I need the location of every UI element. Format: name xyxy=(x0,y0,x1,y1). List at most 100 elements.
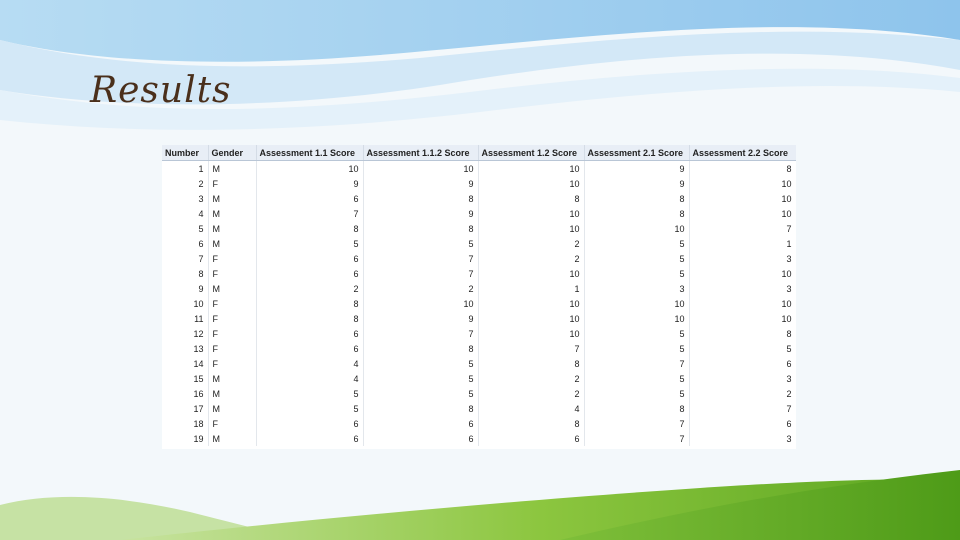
table-row: 3 M 6 8 8 8 10 xyxy=(162,191,796,206)
table-row: 1 M 10 10 10 9 8 xyxy=(162,160,796,176)
cell-column-gender: M xyxy=(208,236,257,251)
cell-column-assessment-1-1-2: 7 xyxy=(363,251,479,266)
cell-column-assessment-2-2: 8 xyxy=(689,326,796,341)
cell-column-assessment-2-2: 1 xyxy=(689,236,796,251)
cell-column-gender: F xyxy=(208,176,257,191)
cell-column-assessment-1-2: 6 xyxy=(478,431,585,446)
cell-column-assessment-1-2: 2 xyxy=(478,251,585,266)
cell-column-assessment-2-1: 8 xyxy=(584,191,690,206)
cell-column-assessment-1-1-2: 8 xyxy=(363,401,479,416)
cell-column-assessment-1-1-2: 5 xyxy=(363,356,479,371)
cell-column-assessment-1-1: 7 xyxy=(256,206,364,221)
cell-column-assessment-1-1-2: 9 xyxy=(363,176,479,191)
cell-column-assessment-2-1: 5 xyxy=(584,371,690,386)
cell-column-number: 14 xyxy=(162,356,209,371)
cell-column-assessment-2-1: 5 xyxy=(584,326,690,341)
cell-column-assessment-1-1: 5 xyxy=(256,236,364,251)
cell-column-assessment-1-1: 6 xyxy=(256,341,364,356)
cell-column-assessment-1-2: 10 xyxy=(478,221,585,236)
cell-column-assessment-1-1-2: 10 xyxy=(363,296,479,311)
cell-column-assessment-1-1: 4 xyxy=(256,356,364,371)
cell-column-number: 6 xyxy=(162,236,209,251)
table-row: 14 F 4 5 8 7 6 xyxy=(162,356,796,371)
cell-column-assessment-1-1: 8 xyxy=(256,311,364,326)
header-column-assessment-2-2: Assessment 2.2 Score xyxy=(689,145,796,161)
header-column-assessment-2-1: Assessment 2.1 Score xyxy=(584,145,690,161)
cell-column-assessment-1-1-2: 5 xyxy=(363,386,479,401)
cell-column-assessment-1-1-2: 6 xyxy=(363,431,479,446)
table-row: 16 M 5 5 2 5 2 xyxy=(162,386,796,401)
cell-column-number: 9 xyxy=(162,281,209,296)
cell-column-assessment-1-1: 8 xyxy=(256,296,364,311)
cell-column-assessment-1-2: 4 xyxy=(478,401,585,416)
cell-column-assessment-2-1: 8 xyxy=(584,401,690,416)
cell-column-assessment-1-1-2: 8 xyxy=(363,221,479,236)
cell-column-assessment-1-2: 2 xyxy=(478,371,585,386)
cell-column-assessment-1-1: 2 xyxy=(256,281,364,296)
cell-column-assessment-1-1-2: 5 xyxy=(363,371,479,386)
cell-column-assessment-1-1: 6 xyxy=(256,266,364,281)
cell-column-assessment-1-1-2: 7 xyxy=(363,266,479,281)
cell-column-assessment-1-2: 2 xyxy=(478,386,585,401)
table-row: 9M22133 xyxy=(162,281,796,296)
cell-column-number: 13 xyxy=(162,341,209,356)
cell-column-gender: M xyxy=(208,281,257,296)
cell-column-gender: F xyxy=(208,341,257,356)
header-column-gender: Gender xyxy=(208,145,257,161)
cell-column-number: 19 xyxy=(162,431,209,446)
cell-column-assessment-2-2: 6 xyxy=(689,416,796,431)
cell-column-assessment-2-2: 3 xyxy=(689,281,796,296)
cell-column-assessment-1-2: 10 xyxy=(478,311,585,326)
cell-column-assessment-2-2: 5 xyxy=(689,341,796,356)
cell-column-assessment-2-1: 5 xyxy=(584,341,690,356)
cell-column-assessment-2-2: 10 xyxy=(689,176,796,191)
cell-column-assessment-1-1: 5 xyxy=(256,386,364,401)
cell-column-number: 17 xyxy=(162,401,209,416)
cell-column-assessment-1-1-2: 7 xyxy=(363,326,479,341)
cell-column-gender: F xyxy=(208,356,257,371)
cell-column-assessment-1-2: 10 xyxy=(478,176,585,191)
cell-column-number: 2 xyxy=(162,176,209,191)
slide-title: Results xyxy=(90,70,232,111)
cell-column-gender: M xyxy=(208,206,257,221)
cell-column-gender: M xyxy=(208,431,257,446)
header-column-assessment-1-2: Assessment 1.2 Score xyxy=(478,145,585,161)
cell-column-gender: F xyxy=(208,311,257,326)
table-row: 11 F 8 9 10 10 10 xyxy=(162,311,796,326)
cell-column-assessment-1-2: 10 xyxy=(478,206,585,221)
cell-column-gender: F xyxy=(208,251,257,266)
cell-column-assessment-2-2: 3 xyxy=(689,431,796,446)
cell-column-assessment-1-1-2: 9 xyxy=(363,206,479,221)
cell-column-assessment-1-1-2: 8 xyxy=(363,191,479,206)
cell-column-assessment-1-1: 6 xyxy=(256,416,364,431)
cell-column-assessment-1-1-2: 5 xyxy=(363,236,479,251)
cell-column-assessment-1-2: 2 xyxy=(478,236,585,251)
cell-column-number: 15 xyxy=(162,371,209,386)
table-row: 18 F 6 6 8 7 6 xyxy=(162,416,796,431)
cell-column-assessment-1-1: 4 xyxy=(256,371,364,386)
table-row: 10 F 8 10 10 10 10 xyxy=(162,296,796,311)
results-table: Number Gender Assessment 1.1 Score Assessme… xyxy=(162,145,796,446)
cell-column-number: 18 xyxy=(162,416,209,431)
cell-column-assessment-1-2: 10 xyxy=(478,266,585,281)
cell-column-gender: M xyxy=(208,401,257,416)
header-row: Number Gender Assessment 1.1 Score Assessme… xyxy=(162,145,796,161)
cell-column-assessment-1-2: 8 xyxy=(478,191,585,206)
cell-column-assessment-2-2: 10 xyxy=(689,296,796,311)
cell-column-number: 7 xyxy=(162,251,209,266)
cell-column-assessment-1-2: 10 xyxy=(478,296,585,311)
cell-column-assessment-2-1: 7 xyxy=(584,416,690,431)
cell-column-assessment-1-1-2: 6 xyxy=(363,416,479,431)
cell-column-assessment-1-1-2: 2 xyxy=(363,281,479,296)
header-column-number: Number xyxy=(162,145,209,161)
table-row: 19 M 6 6 6 7 3 xyxy=(162,431,796,446)
cell-column-assessment-2-1: 7 xyxy=(584,356,690,371)
table-body: 1 M 10 10 10 9 8 2 F 9 9 10 9 10 3 M 6 8 8 8 10 4 M 7 9 10 8 10 5 M 8 8… xyxy=(162,160,796,446)
cell-column-gender: M xyxy=(208,160,257,176)
cell-column-assessment-2-1: 8 xyxy=(584,206,690,221)
cell-column-gender: F xyxy=(208,326,257,341)
cell-column-gender: M xyxy=(208,221,257,236)
cell-column-assessment-2-1: 9 xyxy=(584,176,690,191)
cell-column-assessment-1-1: 6 xyxy=(256,326,364,341)
cell-column-assessment-1-2: 10 xyxy=(478,160,585,176)
